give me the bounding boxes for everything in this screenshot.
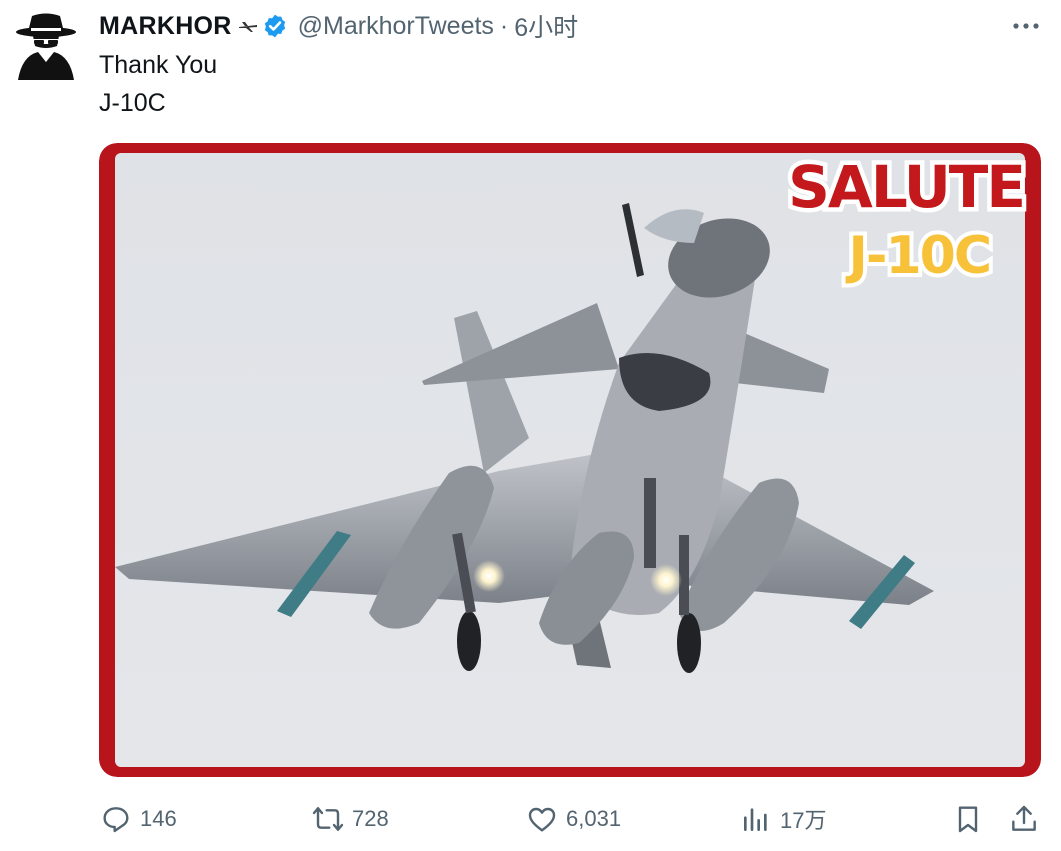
tweet-text-line-1: Thank You	[99, 51, 218, 79]
more-icon[interactable]	[1008, 14, 1044, 38]
header-separator: ·	[499, 11, 509, 40]
tweet-media[interactable]: SALUTE J-10C	[99, 143, 1041, 777]
tweet-text-line-2: J-10C	[99, 89, 166, 117]
retweet-button[interactable]: 728	[312, 803, 389, 835]
reply-icon	[103, 807, 129, 833]
jet-photo: SALUTE J-10C	[99, 143, 1041, 777]
overlay-subtitle: J-10C	[846, 226, 990, 286]
reply-button[interactable]: 146	[100, 803, 177, 835]
like-button[interactable]: 6,031	[526, 803, 621, 835]
plane-affiliation-icon	[238, 22, 257, 32]
retweet-count: 728	[352, 806, 389, 831]
tweet-actions: 146 728 6,031 17万	[0, 797, 1061, 841]
reply-count: 146	[140, 806, 177, 831]
views-button[interactable]: 17万	[740, 803, 826, 835]
view-count: 17万	[780, 808, 827, 833]
author-name[interactable]: MARKHOR	[99, 12, 232, 41]
like-count: 6,031	[566, 806, 622, 831]
author-handle[interactable]: @MarkhorTweets	[298, 12, 494, 41]
views-icon	[744, 808, 767, 831]
bookmark-icon[interactable]	[952, 803, 984, 835]
spy-avatar-icon[interactable]	[14, 12, 78, 80]
tweet-header: MARKHOR @MarkhorTweets · 6小时	[99, 8, 578, 44]
retweet-icon	[312, 807, 344, 831]
verified-badge-icon	[264, 14, 285, 38]
like-icon	[528, 807, 556, 832]
tweet-time[interactable]: 6小时	[514, 8, 578, 44]
share-icon[interactable]	[1008, 803, 1040, 835]
overlay-title: SALUTE	[788, 153, 1024, 221]
